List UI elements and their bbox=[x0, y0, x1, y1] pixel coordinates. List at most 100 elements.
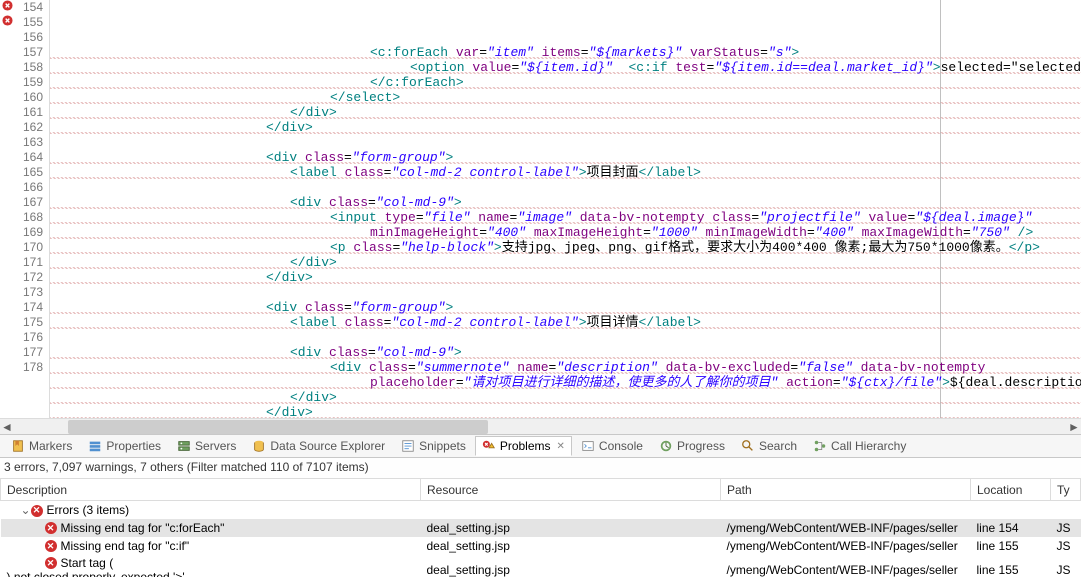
error-icon: ✕ bbox=[45, 540, 57, 552]
code-line[interactable]: <div class="form-group"> bbox=[50, 150, 1081, 165]
code-line[interactable]: </div> bbox=[50, 105, 1081, 120]
problems-row[interactable]: ✕Missing end tag for "c:forEach"deal_set… bbox=[1, 519, 1081, 537]
code-line[interactable]: </div> bbox=[50, 405, 1081, 418]
gutter-line[interactable]: 169 bbox=[0, 225, 43, 240]
code-line[interactable]: <div class="form-group"> bbox=[50, 300, 1081, 315]
close-icon[interactable]: ✕ bbox=[557, 441, 565, 452]
problems-row[interactable]: ✕Missing end tag for "c:if"deal_setting.… bbox=[1, 537, 1081, 555]
server-icon bbox=[177, 439, 191, 453]
gutter-line[interactable]: 173 bbox=[0, 285, 43, 300]
code-line[interactable]: </select> bbox=[50, 90, 1081, 105]
problems-row[interactable]: ✕Start tag () not closed properly, expec… bbox=[1, 555, 1081, 577]
tab-progress[interactable]: Progress bbox=[652, 436, 732, 456]
code-line[interactable]: <c:forEach var="item" items="${markets}"… bbox=[50, 45, 1081, 60]
problems-group-row[interactable]: ⌄✕Errors (3 items) bbox=[1, 501, 1081, 519]
gutter-line[interactable]: 161 bbox=[0, 105, 43, 120]
problem-location: line 155 bbox=[971, 537, 1051, 555]
scrollbar-track[interactable] bbox=[28, 420, 1053, 434]
code-line[interactable]: </div> bbox=[50, 120, 1081, 135]
code-line[interactable]: placeholder="请对项目进行详细的描述，使更多的人了解你的项目" ac… bbox=[50, 375, 1081, 390]
view-tabs: MarkersProperties Servers Data Source Expl… bbox=[0, 434, 1081, 458]
problem-location: line 155 bbox=[971, 555, 1051, 577]
gutter-line[interactable]: 155 bbox=[0, 15, 43, 30]
code-line[interactable]: <p class="help-block">支持jpg、jpeg、png、gif… bbox=[50, 240, 1081, 255]
tab-dse[interactable]: Data Source Explorer bbox=[245, 436, 392, 456]
code-editor[interactable]: 1541551561571581591601611621631641651661… bbox=[0, 0, 1081, 418]
editor-content[interactable]: <c:forEach var="item" items="${markets}"… bbox=[50, 0, 1081, 418]
problems-icon bbox=[482, 439, 496, 453]
gutter-line[interactable]: 162 bbox=[0, 120, 43, 135]
tab-console[interactable]: Console bbox=[574, 436, 650, 456]
gutter-line[interactable]: 163 bbox=[0, 135, 43, 150]
code-line[interactable]: </c:forEach> bbox=[50, 75, 1081, 90]
column-header[interactable]: Path bbox=[721, 479, 971, 501]
gutter-line[interactable]: 167 bbox=[0, 195, 43, 210]
chevron-down-icon[interactable]: ⌄ bbox=[21, 503, 31, 517]
error-icon: ✕ bbox=[45, 522, 57, 534]
code-line[interactable]: <div class="summernote" name="descriptio… bbox=[50, 360, 1081, 375]
gutter-line[interactable]: 178 bbox=[0, 360, 43, 375]
group-label: Errors (3 items) bbox=[47, 503, 130, 517]
call-icon bbox=[813, 439, 827, 453]
gutter-line[interactable]: 156 bbox=[0, 30, 43, 45]
gutter-line[interactable]: 175 bbox=[0, 315, 43, 330]
code-line[interactable]: </div> bbox=[50, 270, 1081, 285]
gutter-line[interactable]: 168 bbox=[0, 210, 43, 225]
code-line[interactable]: </div> bbox=[50, 390, 1081, 405]
gutter-line[interactable]: 160 bbox=[0, 90, 43, 105]
gutter-line[interactable]: 176 bbox=[0, 330, 43, 345]
scrollbar-thumb[interactable] bbox=[68, 420, 488, 434]
code-line[interactable] bbox=[50, 330, 1081, 345]
code-line[interactable]: minImageHeight="400" maxImageHeight="100… bbox=[50, 225, 1081, 240]
code-line[interactable]: <input type="file" name="image" data-bv-… bbox=[50, 210, 1081, 225]
gutter-line[interactable]: 177 bbox=[0, 345, 43, 360]
problems-table[interactable]: DescriptionResourcePathLocationTy ⌄✕Erro… bbox=[0, 478, 1081, 577]
gutter-line[interactable]: 166 bbox=[0, 180, 43, 195]
tab-servers[interactable]: Servers bbox=[170, 436, 243, 456]
code-line[interactable]: <div class="col-md-9"> bbox=[50, 195, 1081, 210]
code-line[interactable]: <option value="${item.id}" <c:if test="$… bbox=[50, 60, 1081, 75]
gutter-line[interactable]: 164 bbox=[0, 150, 43, 165]
column-header[interactable]: Location bbox=[971, 479, 1051, 501]
gutter-line[interactable]: 154 bbox=[0, 0, 43, 15]
tab-label: Call Hierarchy bbox=[831, 439, 906, 453]
error-marker-icon[interactable] bbox=[2, 15, 13, 30]
search-icon bbox=[741, 439, 755, 453]
tab-properties[interactable]: Properties bbox=[81, 436, 168, 456]
column-header[interactable]: Ty bbox=[1051, 479, 1081, 501]
problem-type: JS bbox=[1051, 537, 1081, 555]
problem-desc: Start tag () not closed properly, expect… bbox=[7, 556, 415, 577]
tab-snippets[interactable]: Snippets bbox=[394, 436, 473, 456]
gutter-line[interactable]: 158 bbox=[0, 60, 43, 75]
column-header[interactable]: Description bbox=[1, 479, 421, 501]
scroll-left-arrow[interactable]: ◄ bbox=[0, 420, 14, 434]
gutter-line[interactable]: 157 bbox=[0, 45, 43, 60]
horizontal-scrollbar[interactable]: ◄ ► bbox=[0, 418, 1081, 434]
code-line[interactable]: <label class="col-md-2 control-label">项目… bbox=[50, 165, 1081, 180]
scroll-right-arrow[interactable]: ► bbox=[1067, 420, 1081, 434]
gutter-line[interactable]: 165 bbox=[0, 165, 43, 180]
gutter-line[interactable]: 174 bbox=[0, 300, 43, 315]
problem-resource: deal_setting.jsp bbox=[421, 555, 721, 577]
code-line[interactable]: </div> bbox=[50, 255, 1081, 270]
tab-search[interactable]: Search bbox=[734, 436, 804, 456]
code-line[interactable] bbox=[50, 285, 1081, 300]
column-header[interactable]: Resource bbox=[421, 479, 721, 501]
problem-resource: deal_setting.jsp bbox=[421, 537, 721, 555]
problem-path: /ymeng/WebContent/WEB-INF/pages/seller bbox=[721, 555, 971, 577]
editor-gutter[interactable]: 1541551561571581591601611621631641651661… bbox=[0, 0, 50, 418]
problem-resource: deal_setting.jsp bbox=[421, 519, 721, 537]
code-line[interactable] bbox=[50, 135, 1081, 150]
gutter-line[interactable]: 170 bbox=[0, 240, 43, 255]
gutter-line[interactable]: 171 bbox=[0, 255, 43, 270]
tab-label: Servers bbox=[195, 439, 236, 453]
error-marker-icon[interactable] bbox=[2, 0, 13, 15]
tab-problems[interactable]: Problems✕ bbox=[475, 436, 572, 456]
tab-markers[interactable]: Markers bbox=[4, 436, 79, 456]
gutter-line[interactable]: 159 bbox=[0, 75, 43, 90]
code-line[interactable]: <label class="col-md-2 control-label">项目… bbox=[50, 315, 1081, 330]
gutter-line[interactable]: 172 bbox=[0, 270, 43, 285]
tab-callh[interactable]: Call Hierarchy bbox=[806, 436, 913, 456]
code-line[interactable] bbox=[50, 180, 1081, 195]
code-line[interactable]: <div class="col-md-9"> bbox=[50, 345, 1081, 360]
